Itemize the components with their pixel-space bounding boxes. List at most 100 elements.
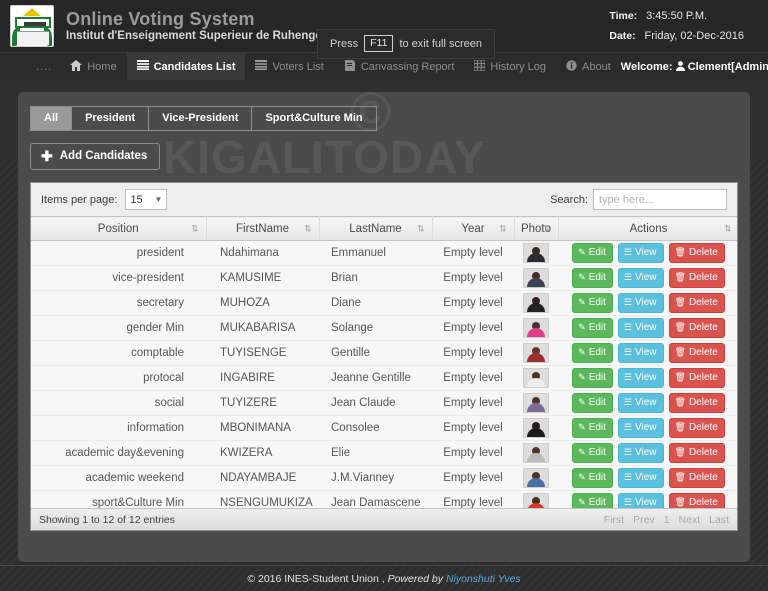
view-button[interactable]: ☰ View [617, 493, 664, 508]
view-label: View [635, 447, 657, 458]
edit-button[interactable]: ✎ Edit [572, 368, 613, 388]
column-header-lastname[interactable]: LastName ⇅ [319, 216, 433, 241]
pagination-next[interactable]: Next [679, 514, 701, 526]
column-header-year[interactable]: Year ⇅ [432, 216, 515, 241]
edit-button[interactable]: ✎ Edit [572, 493, 613, 508]
edit-label: Edit [588, 272, 606, 283]
cell-firstname: MUKABARISA [206, 315, 319, 341]
cell-photo [514, 240, 558, 266]
delete-button[interactable]: 🗑 Delete [668, 468, 725, 488]
delete-button[interactable]: 🗑 Delete [668, 268, 725, 288]
candidate-photo-thumbnail[interactable] [523, 493, 549, 508]
tab-vice-president[interactable]: Vice-President [148, 106, 252, 131]
delete-button[interactable]: 🗑 Delete [668, 243, 725, 263]
pagination-first[interactable]: First [604, 514, 624, 526]
table-toolbar: Items per page: 15 ▼ Search: [31, 183, 737, 216]
view-button[interactable]: ☰ View [617, 368, 664, 388]
cell-year: Empty level [432, 440, 514, 466]
candidate-photo-thumbnail[interactable] [523, 318, 549, 338]
candidate-photo-thumbnail[interactable] [523, 343, 549, 363]
view-button[interactable]: ☰ View [617, 418, 664, 438]
view-label: View [635, 272, 657, 283]
view-button[interactable]: ☰ View [617, 393, 664, 413]
edit-button[interactable]: ✎ Edit [572, 318, 613, 338]
nav-label-home: Home [87, 60, 117, 73]
candidate-photo-thumbnail[interactable] [523, 293, 549, 313]
pagination-last[interactable]: Last [709, 514, 729, 526]
welcome-label: Welcome: [620, 60, 673, 73]
nav-item-home[interactable]: Home [60, 53, 126, 80]
fullscreen-tip-post: to exit full screen [399, 37, 482, 50]
column-header-photo[interactable]: Photo ⇅ [514, 216, 559, 241]
delete-button[interactable]: 🗑 Delete [668, 343, 725, 363]
candidate-photo-thumbnail[interactable] [523, 243, 549, 263]
row-action-group: ✎ Edit ☰ View 🗑 Delete [562, 293, 735, 313]
candidate-photo-thumbnail[interactable] [523, 393, 549, 413]
tab-president[interactable]: President [71, 106, 149, 131]
edit-button[interactable]: ✎ Edit [572, 343, 613, 363]
lines-icon: ☰ [623, 447, 632, 457]
view-button[interactable]: ☰ View [617, 268, 664, 288]
delete-button[interactable]: 🗑 Delete [668, 493, 725, 508]
view-label: View [635, 422, 657, 433]
view-label: View [635, 247, 657, 258]
footer-author-link[interactable]: Niyonshuti Yves [446, 573, 521, 585]
nav-label-candidates-list: Candidates List [153, 60, 236, 73]
cell-firstname: TUYISENGE [206, 340, 319, 366]
lines-icon: ☰ [623, 247, 632, 257]
delete-button[interactable]: 🗑 Delete [668, 393, 725, 413]
edit-button[interactable]: ✎ Edit [572, 418, 613, 438]
view-button[interactable]: ☰ View [617, 443, 664, 463]
edit-label: Edit [588, 297, 606, 308]
cell-position: academic weekend [31, 465, 206, 491]
tab-all[interactable]: All [30, 106, 72, 131]
nav-item-about[interactable]: About [556, 53, 621, 80]
view-button[interactable]: ☰ View [617, 343, 664, 363]
delete-button[interactable]: 🗑 Delete [668, 318, 725, 338]
report-icon [344, 59, 356, 74]
lines-icon: ☰ [623, 422, 632, 432]
candidate-photo-thumbnail[interactable] [523, 268, 549, 288]
view-button[interactable]: ☰ View [617, 293, 664, 313]
trash-icon: 🗑 [674, 397, 686, 407]
search-input[interactable] [593, 189, 727, 210]
edit-button[interactable]: ✎ Edit [572, 243, 613, 263]
pencil-icon: ✎ [578, 372, 586, 382]
edit-button[interactable]: ✎ Edit [572, 393, 613, 413]
add-candidates-button[interactable]: ✚ Add Candidates [30, 143, 161, 170]
user-icon [675, 60, 688, 73]
cell-actions: ✎ Edit ☰ View 🗑 Delete [558, 365, 737, 391]
edit-button[interactable]: ✎ Edit [572, 443, 613, 463]
cell-lastname: Jean Damascene [319, 490, 432, 508]
candidates-table: Position ⇅ FirstName ⇅ LastName ⇅ Year ⇅ Pho… [31, 216, 737, 508]
column-header-position[interactable]: Position ⇅ [31, 216, 207, 241]
candidate-photo-thumbnail[interactable] [523, 443, 549, 463]
table-scroll-area: Position ⇅ FirstName ⇅ LastName ⇅ Year ⇅ Pho… [31, 216, 737, 508]
nav-label-about: About [582, 60, 611, 73]
delete-button[interactable]: 🗑 Delete [668, 293, 725, 313]
delete-button[interactable]: 🗑 Delete [668, 418, 725, 438]
view-button[interactable]: ☰ View [617, 243, 664, 263]
candidate-photo-thumbnail[interactable] [523, 418, 549, 438]
column-header-actions[interactable]: Actions ⇅ [558, 216, 737, 241]
pagination-prev[interactable]: Prev [633, 514, 655, 526]
delete-button[interactable]: 🗑 Delete [668, 443, 725, 463]
edit-button[interactable]: ✎ Edit [572, 293, 613, 313]
view-button[interactable]: ☰ View [617, 318, 664, 338]
edit-label: Edit [588, 422, 606, 433]
home-icon [70, 59, 83, 74]
delete-button[interactable]: 🗑 Delete [668, 368, 725, 388]
edit-label: Edit [588, 247, 606, 258]
items-per-page-select[interactable]: 15 ▼ [125, 189, 168, 210]
row-action-group: ✎ Edit ☰ View 🗑 Delete [562, 268, 735, 288]
view-button[interactable]: ☰ View [617, 468, 664, 488]
pagination-page-1[interactable]: 1 [664, 514, 670, 526]
edit-button[interactable]: ✎ Edit [572, 268, 613, 288]
candidate-photo-thumbnail[interactable] [523, 368, 549, 388]
candidate-photo-thumbnail[interactable] [523, 468, 549, 488]
column-header-firstname[interactable]: FirstName ⇅ [206, 216, 320, 241]
edit-button[interactable]: ✎ Edit [572, 468, 613, 488]
tab-sport-culture-min[interactable]: Sport&Culture Min [251, 106, 377, 131]
nav-item-candidates-list[interactable]: Candidates List [126, 53, 246, 80]
clock-block: Time: 3:45:50 P.M. Date: Friday, 02-Dec-… [609, 6, 758, 46]
